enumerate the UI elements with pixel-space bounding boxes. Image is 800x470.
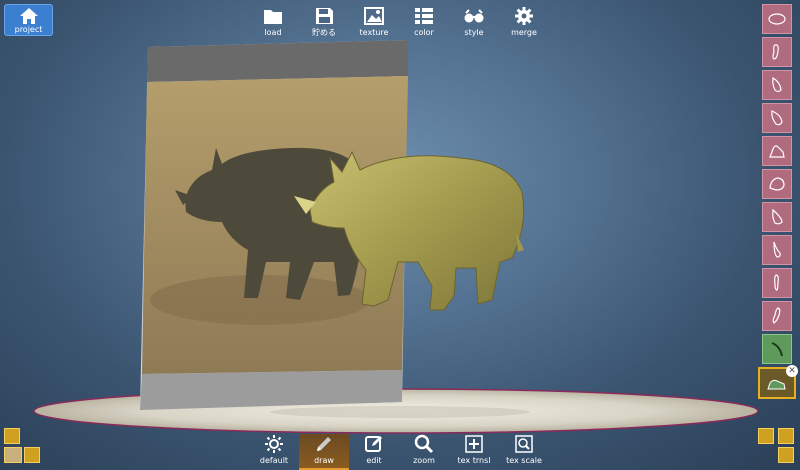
save-icon: [316, 8, 333, 24]
shape-round[interactable]: [762, 169, 792, 199]
texture-button[interactable]: texture: [349, 6, 399, 40]
style-label: style: [464, 28, 484, 37]
selected-shape-icon: [767, 379, 786, 390]
merge-label: merge: [511, 28, 537, 37]
curve-shape-icon: [771, 342, 783, 357]
shape-palette: ✕: [758, 4, 798, 402]
default-label: default: [259, 456, 289, 465]
shape-tilted[interactable]: [762, 301, 792, 331]
bean-shape-icon: [772, 44, 779, 60]
magnifier-icon: [414, 434, 434, 454]
tex-scale-button[interactable]: tex scale: [499, 434, 549, 468]
draw-label: draw: [314, 456, 334, 465]
oval-shape-icon: [768, 13, 786, 25]
load-label: load: [264, 28, 282, 37]
edit-button[interactable]: edit: [349, 434, 399, 468]
zoom-button[interactable]: zoom: [399, 434, 449, 468]
tex-trnsl-button[interactable]: tex trnsl: [449, 434, 499, 468]
texture-label: texture: [359, 28, 389, 37]
corner-handle-br-left[interactable]: [758, 428, 774, 444]
shape-oval[interactable]: [762, 4, 792, 34]
draw-button[interactable]: draw: [299, 434, 349, 470]
round-shape-icon: [769, 177, 785, 191]
search-box-icon: [515, 435, 533, 453]
edit-label: edit: [366, 456, 382, 465]
corner-handle-bl-right[interactable]: [24, 447, 40, 463]
shape-selected[interactable]: ✕: [758, 365, 798, 399]
color-label: color: [414, 28, 434, 37]
corner-thumbnail[interactable]: [4, 447, 22, 463]
shape-hook[interactable]: [762, 235, 792, 265]
image-icon: [364, 7, 384, 25]
top-toolbar: project load 貯める texture color style mer…: [0, 0, 800, 42]
shape-sole[interactable]: [762, 268, 792, 298]
close-icon[interactable]: ✕: [786, 365, 798, 377]
leaf-shape-icon: [772, 77, 782, 93]
pencil-icon: [317, 437, 331, 451]
corner-handle-br-bottom[interactable]: [778, 447, 794, 463]
drop-shape-icon: [771, 110, 783, 126]
save-label: 貯める: [312, 28, 336, 37]
shape-curve[interactable]: [762, 334, 792, 364]
load-button[interactable]: load: [248, 6, 298, 40]
tex-trnsl-label: tex trnsl: [457, 456, 491, 465]
shape-drop[interactable]: [762, 103, 792, 133]
grid-icon: [415, 8, 433, 24]
style-button[interactable]: style: [449, 6, 499, 40]
folder-icon: [264, 10, 282, 24]
teardrop-shape-icon: [772, 208, 783, 225]
tilted-shape-icon: [772, 307, 781, 324]
shape-leaf[interactable]: [762, 70, 792, 100]
sun-icon: [265, 435, 283, 453]
shape-teardrop[interactable]: [762, 202, 792, 232]
edit-icon: [365, 436, 382, 452]
zoom-label: zoom: [413, 456, 435, 465]
home-icon: [19, 8, 38, 24]
color-button[interactable]: color: [399, 6, 449, 40]
shape-bean[interactable]: [762, 37, 792, 67]
project-label: project: [14, 25, 43, 34]
blob-shape-icon: [769, 145, 785, 158]
shape-blob[interactable]: [762, 136, 792, 166]
corner-handle-bl-top[interactable]: [4, 428, 20, 444]
merge-button[interactable]: merge: [499, 6, 549, 40]
project-button[interactable]: project: [4, 4, 53, 36]
glasses-icon: [464, 9, 484, 23]
tex-scale-label: tex scale: [506, 456, 542, 465]
default-button[interactable]: default: [249, 434, 299, 468]
scene-canvas[interactable]: [0, 0, 800, 470]
plus-box-icon: [465, 435, 483, 453]
gear-icon: [515, 7, 533, 25]
save-button[interactable]: 貯める: [299, 6, 349, 40]
sole-shape-icon: [774, 274, 779, 291]
corner-handle-br-right[interactable]: [778, 428, 794, 444]
hook-shape-icon: [773, 241, 781, 258]
